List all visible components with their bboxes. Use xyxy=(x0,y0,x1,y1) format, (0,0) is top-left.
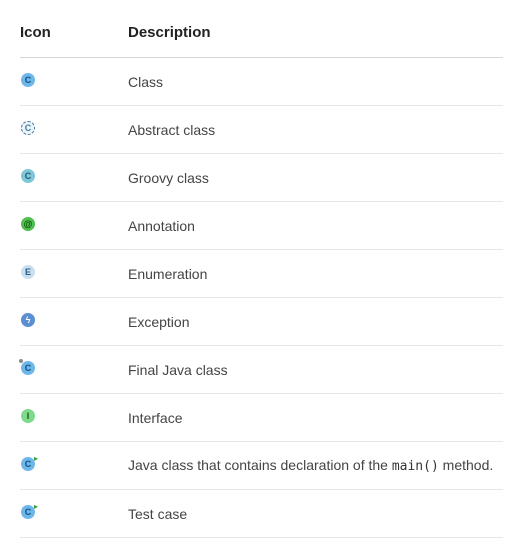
description-cell: Final Java class xyxy=(128,346,503,394)
description-cell: Abstract class xyxy=(128,106,503,154)
icon-cell: I xyxy=(20,394,128,442)
table-row: C Abstract class xyxy=(20,106,503,154)
description-text: Abstract class xyxy=(128,122,215,138)
run-arrow-overlay-icon: ▸ xyxy=(34,503,38,511)
header-icon: Icon xyxy=(20,18,128,58)
icon-cell: C▸ xyxy=(20,490,128,538)
annotation-icon: @ xyxy=(20,216,36,232)
description-code: main() xyxy=(392,459,439,474)
description-cell: Class xyxy=(128,58,503,106)
icon-cell: @ xyxy=(20,202,128,250)
icon-cell: C xyxy=(20,58,128,106)
interface-icon: I xyxy=(20,408,36,424)
icon-cell: C▸ xyxy=(20,442,128,490)
groovy-class-icon: C xyxy=(20,168,36,184)
table-row: C Groovy class xyxy=(20,154,503,202)
enumeration-icon: E xyxy=(20,264,36,280)
description-cell: Annotation xyxy=(128,202,503,250)
pin-overlay-icon xyxy=(18,358,24,364)
description-cell: Interface xyxy=(128,394,503,442)
main-class-icon: C▸ xyxy=(20,456,36,472)
description-text: Test case xyxy=(128,506,187,522)
description-text: Annotation xyxy=(128,218,195,234)
description-text: Class xyxy=(128,74,163,90)
table-row: C Class xyxy=(20,58,503,106)
icon-cell: C xyxy=(20,106,128,154)
table-row: I Interface xyxy=(20,394,503,442)
description-cell: Java class that contains declaration of … xyxy=(128,442,503,490)
icon-reference-table: Icon Description C Class C Abstract class C G… xyxy=(20,18,503,538)
description-text: Java class that contains declaration of … xyxy=(128,457,392,473)
final-class-icon: C xyxy=(20,360,36,376)
exception-icon: ϟ xyxy=(20,312,36,328)
icon-cell: E xyxy=(20,250,128,298)
description-cell: Groovy class xyxy=(128,154,503,202)
table-row: E Enumeration xyxy=(20,250,503,298)
description-text: Final Java class xyxy=(128,362,228,378)
table-row: ϟ Exception xyxy=(20,298,503,346)
icon-cell: C xyxy=(20,346,128,394)
description-cell: Enumeration xyxy=(128,250,503,298)
description-text: Enumeration xyxy=(128,266,207,282)
description-text: Exception xyxy=(128,314,189,330)
test-case-icon: C▸ xyxy=(20,504,36,520)
description-cell: Test case xyxy=(128,490,503,538)
table-row: C▸ Java class that contains declaration o… xyxy=(20,442,503,490)
description-cell: Exception xyxy=(128,298,503,346)
description-text: Groovy class xyxy=(128,170,209,186)
description-text-after: method. xyxy=(439,457,493,473)
table-row: C Final Java class xyxy=(20,346,503,394)
icon-cell: C xyxy=(20,154,128,202)
description-text: Interface xyxy=(128,410,182,426)
abstract-class-icon: C xyxy=(20,120,36,136)
header-description: Description xyxy=(128,18,503,58)
table-row: @ Annotation xyxy=(20,202,503,250)
table-row: C▸ Test case xyxy=(20,490,503,538)
run-arrow-overlay-icon: ▸ xyxy=(34,455,38,463)
icon-cell: ϟ xyxy=(20,298,128,346)
class-icon: C xyxy=(20,72,36,88)
